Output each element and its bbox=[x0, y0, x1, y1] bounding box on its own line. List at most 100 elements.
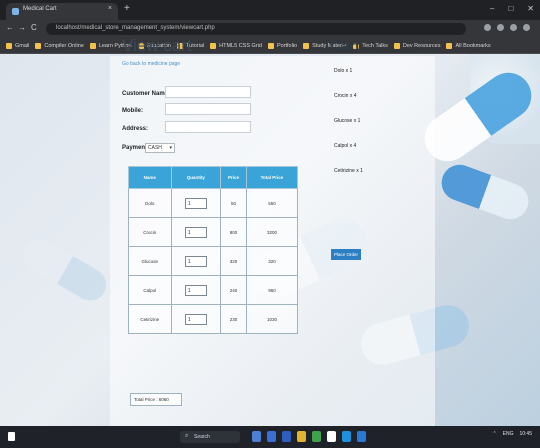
search-label: Search bbox=[194, 434, 210, 440]
app-icon[interactable] bbox=[282, 431, 291, 442]
app-icon[interactable] bbox=[327, 431, 336, 442]
table-row: Calpol 1 240 960 bbox=[128, 275, 299, 305]
new-tab-button[interactable]: + bbox=[124, 3, 130, 15]
folder-icon bbox=[6, 42, 12, 49]
extension-icon[interactable] bbox=[497, 24, 504, 31]
file-explorer-icon[interactable] bbox=[297, 431, 306, 442]
item-price: 50 bbox=[220, 188, 247, 218]
browser-tab[interactable]: Medical Cart × bbox=[6, 3, 118, 20]
table-row: Dolo 1 50 550 bbox=[128, 188, 299, 218]
payment-label: Payment bbox=[122, 145, 148, 151]
column-header-quantity: Quantity bbox=[170, 166, 222, 189]
browser-tabbar: Medical Cart × + – □ ✕ bbox=[0, 0, 540, 20]
wifi-icon[interactable]: ⌃ bbox=[492, 431, 496, 437]
app-icon[interactable] bbox=[312, 431, 321, 442]
profile-icon[interactable] bbox=[510, 24, 517, 31]
item-total: 960 bbox=[245, 275, 299, 305]
item-name: Cetirizine bbox=[128, 304, 172, 334]
background-capsule-image bbox=[18, 233, 112, 307]
folder-icon bbox=[393, 42, 400, 49]
customer-name-label: Customer Name: bbox=[122, 91, 171, 97]
folder-icon bbox=[303, 42, 310, 49]
item-name: Calpol bbox=[128, 275, 172, 305]
cart-item: Calpol x 4 bbox=[334, 143, 357, 149]
task-view-icon[interactable] bbox=[252, 431, 261, 442]
taskbar-apps bbox=[252, 431, 366, 442]
column-header-total: Total Price bbox=[245, 166, 299, 189]
cart-item: Glucose x 1 bbox=[334, 118, 361, 124]
payment-select[interactable]: CASH ▾ bbox=[145, 143, 175, 153]
bookmark-item[interactable]: HTML5 CSS Grid bbox=[210, 42, 262, 49]
app-icon[interactable] bbox=[267, 431, 276, 442]
cart-item: Cetirizine x 1 bbox=[334, 168, 363, 174]
clock[interactable]: 10:45 bbox=[519, 431, 532, 437]
quantity-input[interactable]: 1 bbox=[184, 197, 207, 209]
tab-title: Medical Cart bbox=[23, 6, 57, 12]
back-button[interactable]: ← bbox=[6, 23, 14, 32]
table-row: Cetirizine 1 230 1030 bbox=[128, 304, 299, 334]
minimize-button[interactable]: – bbox=[490, 4, 494, 13]
folder-icon bbox=[89, 42, 96, 49]
item-total: 550 bbox=[245, 188, 299, 218]
menu-icon[interactable] bbox=[523, 24, 530, 31]
quantity-input[interactable]: 1 bbox=[184, 255, 207, 267]
cart-table: Name Quantity Price Total Price Dolo 1 5… bbox=[128, 166, 299, 334]
page-title: View cart bbox=[122, 36, 192, 55]
bookmark-item[interactable]: All Bookmarks bbox=[446, 42, 491, 49]
close-window-button[interactable]: ✕ bbox=[527, 4, 534, 13]
place-order-button[interactable]: Place Order bbox=[331, 249, 361, 260]
customer-name-input[interactable] bbox=[165, 86, 251, 98]
app-icon[interactable] bbox=[357, 431, 366, 442]
column-header-name: Name bbox=[128, 166, 172, 189]
url-text: localhost/medical_store_management_syste… bbox=[56, 25, 215, 31]
item-total: 320 bbox=[245, 246, 299, 276]
column-header-price: Price bbox=[220, 166, 247, 189]
item-total: 3200 bbox=[245, 217, 299, 247]
reload-button[interactable]: C bbox=[31, 23, 37, 32]
bookmark-item[interactable]: Gmail bbox=[6, 42, 29, 49]
cart-title: Cart bbox=[330, 38, 361, 55]
window-controls: – □ ✕ bbox=[490, 4, 534, 13]
maximize-button[interactable]: □ bbox=[508, 4, 513, 13]
url-bar[interactable]: localhost/medical_store_management_syste… bbox=[46, 23, 466, 35]
address-bar-row: ← → C localhost/medical_store_management… bbox=[0, 20, 540, 38]
quantity-input[interactable]: 1 bbox=[184, 284, 207, 296]
app-icon[interactable] bbox=[342, 431, 351, 442]
item-name: Dolo bbox=[128, 188, 172, 218]
quantity-input[interactable]: 1 bbox=[184, 313, 207, 325]
extension-icon[interactable] bbox=[484, 24, 491, 31]
item-name: Glucose bbox=[128, 246, 172, 276]
folder-icon bbox=[267, 42, 274, 49]
extension-icons bbox=[484, 24, 530, 31]
bookmark-item[interactable]: Dev Resources bbox=[393, 42, 440, 49]
item-price: 800 bbox=[220, 217, 247, 247]
background-capsule-image bbox=[436, 159, 534, 225]
taskbar-search[interactable]: ⌕ Search bbox=[180, 431, 240, 443]
forward-button[interactable]: → bbox=[18, 23, 26, 32]
bookmark-item[interactable]: Compiler Online bbox=[35, 42, 84, 49]
chevron-down-icon: ▾ bbox=[169, 145, 172, 151]
item-name: Crocin bbox=[128, 217, 172, 247]
mobile-label: Mobile: bbox=[122, 108, 143, 114]
back-link[interactable]: Go back to medicine page bbox=[122, 61, 180, 67]
cart-item: Dolo x 1 bbox=[334, 68, 353, 74]
mobile-input[interactable] bbox=[165, 103, 251, 115]
tab-close-icon[interactable]: × bbox=[108, 5, 112, 12]
bookmark-item[interactable]: Portfolio bbox=[267, 42, 297, 49]
start-icon[interactable] bbox=[8, 432, 15, 441]
bookmarks-bar: Gmail Compiler Online Learn Python Educa… bbox=[0, 38, 540, 54]
table-row: Crocin 1 800 3200 bbox=[128, 217, 299, 247]
total-price: Total Price : 6060 bbox=[130, 393, 182, 406]
windows-taskbar: ⌕ Search ⌃ ENG 10:45 bbox=[0, 426, 540, 448]
table-row: Glucose 1 320 320 bbox=[128, 246, 299, 276]
item-price: 320 bbox=[220, 246, 247, 276]
folder-icon bbox=[210, 42, 217, 49]
system-tray: ⌃ ENG 10:45 bbox=[492, 431, 532, 437]
language-indicator[interactable]: ENG bbox=[503, 431, 514, 437]
tab-favicon-icon bbox=[12, 8, 19, 15]
quantity-input[interactable]: 1 bbox=[184, 226, 207, 238]
address-input[interactable] bbox=[165, 121, 251, 133]
address-label: Address: bbox=[122, 126, 149, 132]
search-icon: ⌕ bbox=[185, 433, 189, 439]
item-price: 230 bbox=[220, 304, 247, 334]
